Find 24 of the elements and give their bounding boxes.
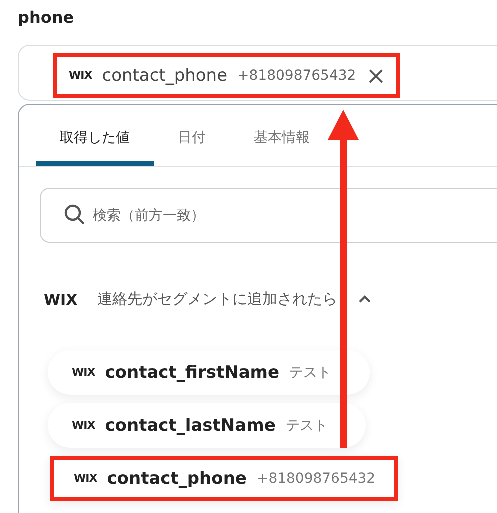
item-value: テスト	[286, 416, 328, 434]
search-icon	[64, 204, 86, 226]
item-name: contact_phone	[107, 468, 247, 488]
search-field[interactable]: 検索（前方一致）	[40, 188, 497, 243]
input-field[interactable]: WIX contact_phone +818098765432 ×	[18, 45, 497, 101]
logo: WIX	[69, 69, 92, 82]
tab[interactable]: 基本情報	[230, 123, 334, 166]
section-title: 連絡先がセグメントに追加されたら	[98, 290, 338, 309]
tab[interactable]: 日付	[154, 123, 230, 166]
logo: WIX	[72, 366, 96, 379]
tab[interactable]: 取得した値	[36, 123, 154, 166]
chip-name: contact_phone	[102, 66, 228, 86]
logo: WIX	[44, 290, 78, 308]
logo: WIX	[72, 419, 96, 432]
item-value: +818098765432	[256, 470, 376, 486]
item-name: contact_lastName	[105, 416, 276, 436]
caret-icon[interactable]	[358, 295, 372, 304]
close-button[interactable]: ×	[366, 64, 386, 88]
logo: WIX	[74, 472, 98, 485]
chip-value: +818098765432	[238, 68, 356, 84]
list-item[interactable]: WIX contact_phone +818098765432	[50, 456, 398, 501]
field-label: phone	[18, 8, 74, 27]
item-name: contact_firstName	[105, 362, 280, 382]
item-value: テスト	[290, 364, 332, 382]
